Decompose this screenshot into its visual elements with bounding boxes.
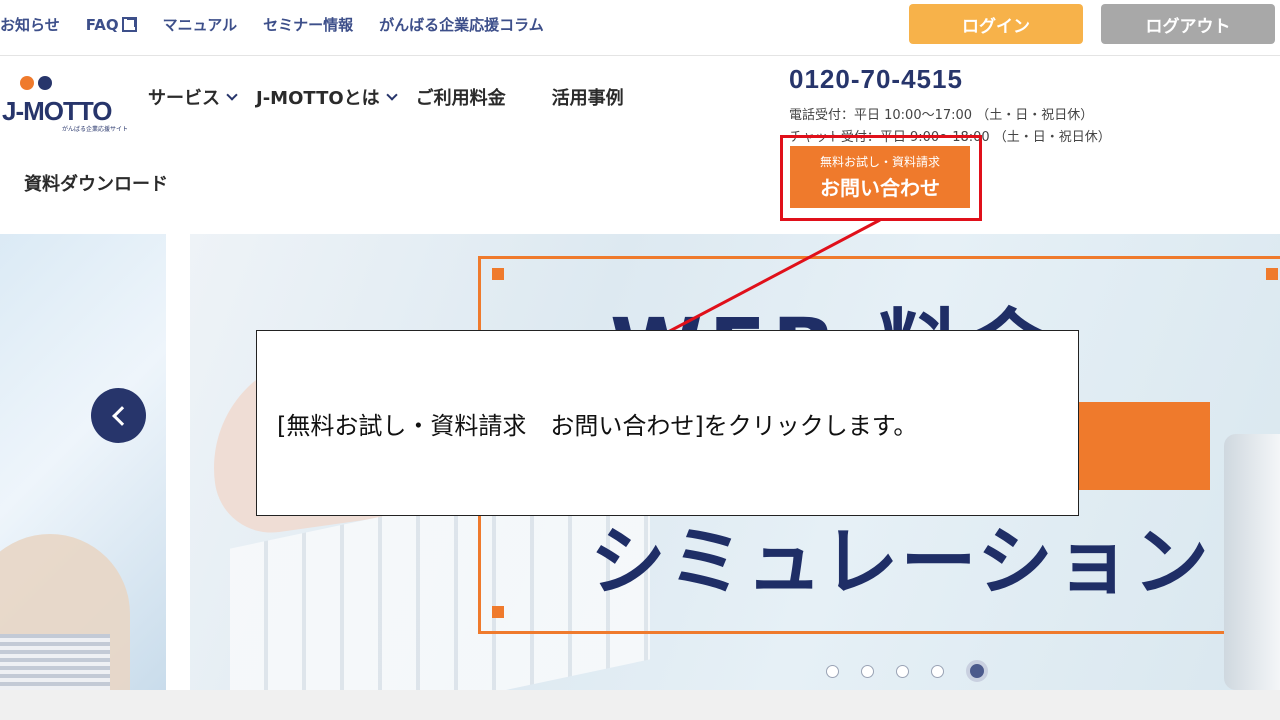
logo-orange-figure-icon (20, 76, 34, 90)
frame-corner-icon (492, 268, 504, 280)
footer-strip (0, 690, 1280, 720)
main-nav: サービス J-MOTTOとは ご利用料金 活用事例 (148, 84, 644, 110)
frame-corner-icon (492, 606, 504, 618)
top-link-manual[interactable]: マニュアル (163, 14, 238, 35)
carousel-dot-5[interactable] (966, 660, 988, 682)
logo-text: J-MOTTO (2, 96, 113, 126)
carousel-dots (826, 660, 988, 682)
top-link-faq[interactable]: FAQ (86, 14, 137, 35)
top-link-column[interactable]: がんばる企業応援コラム (379, 14, 544, 35)
nav-item-service[interactable]: サービス (148, 84, 238, 110)
top-links: お知らせ FAQ マニュアル セミナー情報 がんばる企業応援コラム (0, 14, 570, 35)
carousel-prev-button[interactable] (91, 388, 146, 443)
chevron-down-icon (226, 89, 238, 101)
nav-item-pricing[interactable]: ご利用料金 (416, 84, 506, 110)
phone-hours: 電話受付：平日 10:00～17:00 （土・日・祝日休） (789, 108, 1094, 123)
site-logo[interactable]: J-MOTTO がんばる企業応援サイト (0, 72, 128, 133)
carousel-dot-2[interactable] (861, 664, 874, 678)
top-link-news[interactable]: お知らせ (0, 14, 60, 35)
logo-tagline: がんばる企業応援サイト (62, 126, 129, 133)
striped-shirt-image (0, 634, 110, 690)
instruction-callout: [無料お試し・資料請求 お問い合わせ]をクリックします。 (256, 330, 1079, 516)
nav-item-cases[interactable]: 活用事例 (552, 84, 624, 110)
nav-item-download[interactable]: 資料ダウンロード (24, 170, 168, 196)
external-link-icon (121, 17, 137, 32)
logo-navy-figure-icon (38, 76, 52, 90)
phone-number[interactable]: 0120-70-4515 (789, 64, 963, 95)
nav-item-about[interactable]: J-MOTTOとは (256, 84, 398, 110)
chevron-left-icon (111, 405, 132, 426)
nav-service-label: サービス (148, 88, 220, 109)
carousel-dot-1[interactable] (826, 664, 839, 678)
instruction-text: [無料お試し・資料請求 お問い合わせ]をクリックします。 (277, 411, 918, 440)
frame-corner-icon (1266, 268, 1278, 280)
chevron-down-icon (385, 89, 398, 101)
hero-prev-slide (0, 234, 166, 690)
top-utility-bar: お知らせ FAQ マニュアル セミナー情報 がんばる企業応援コラム ログイン ロ… (0, 0, 1280, 56)
carousel-dot-3[interactable] (896, 664, 909, 678)
login-button[interactable]: ログイン (909, 4, 1083, 44)
laptop-image (1224, 434, 1280, 690)
top-link-seminar[interactable]: セミナー情報 (263, 14, 353, 35)
logout-button[interactable]: ログアウト (1101, 4, 1275, 44)
faq-label: FAQ (85, 15, 119, 34)
carousel-dot-4[interactable] (931, 664, 944, 678)
highlight-box (780, 135, 982, 221)
hero-subline: シミュレーション (590, 517, 1211, 606)
nav-about-label: J-MOTTOとは (256, 88, 380, 109)
